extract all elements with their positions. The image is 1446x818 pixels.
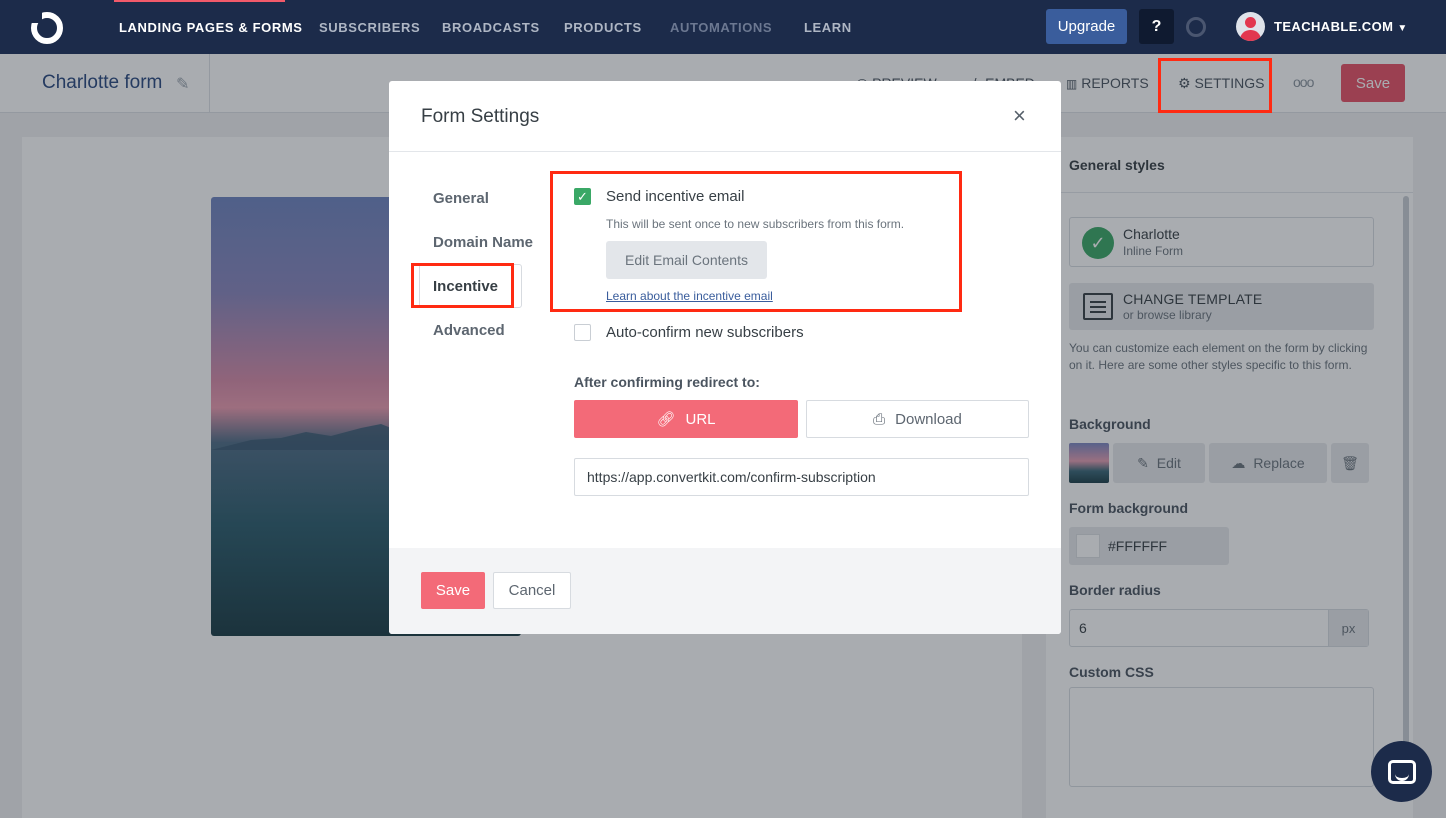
modal-save-button[interactable]: Save bbox=[421, 572, 485, 609]
link-icon: 🔗︎ bbox=[656, 411, 676, 428]
nav-active-indicator bbox=[114, 0, 285, 2]
tab-general[interactable]: General bbox=[433, 190, 489, 207]
redirect-url-input[interactable] bbox=[574, 458, 1029, 496]
nav-item-broadcasts[interactable]: BROADCASTS bbox=[442, 20, 540, 35]
nav-item-landing-pages-forms[interactable]: LANDING PAGES & FORMS bbox=[119, 20, 303, 35]
redirect-url-option[interactable]: 🔗︎ URL bbox=[574, 400, 798, 438]
nav-item-automations[interactable]: AUTOMATIONS bbox=[670, 20, 772, 35]
tab-advanced[interactable]: Advanced bbox=[433, 322, 505, 339]
send-incentive-label[interactable]: Send incentive email bbox=[606, 188, 744, 205]
file-download-icon: ⎙ bbox=[873, 410, 886, 428]
modal-footer: Save Cancel bbox=[389, 548, 1061, 634]
download-option-label: Download bbox=[895, 410, 962, 428]
form-settings-modal: Form Settings × General Domain Name Ince… bbox=[389, 81, 1061, 634]
tab-domain-name[interactable]: Domain Name bbox=[433, 234, 533, 251]
incentive-hint: This will be sent once to new subscriber… bbox=[606, 217, 905, 231]
status-ring-icon[interactable] bbox=[1186, 17, 1206, 37]
learn-incentive-link[interactable]: Learn about the incentive email bbox=[606, 289, 773, 303]
nav-item-learn[interactable]: LEARN bbox=[804, 20, 852, 35]
chevron-down-icon: ▼ bbox=[1397, 23, 1408, 34]
upgrade-button[interactable]: Upgrade bbox=[1046, 9, 1127, 44]
close-icon[interactable]: × bbox=[1013, 103, 1026, 129]
redirect-label: After confirming redirect to: bbox=[574, 374, 760, 390]
account-label: TEACHABLE.COM bbox=[1274, 19, 1394, 34]
nav-item-subscribers[interactable]: SUBSCRIBERS bbox=[319, 20, 420, 35]
account-menu[interactable]: TEACHABLE.COM ▼ bbox=[1274, 19, 1408, 34]
auto-confirm-label[interactable]: Auto-confirm new subscribers bbox=[606, 324, 804, 341]
chat-launcher-button[interactable] bbox=[1371, 741, 1432, 802]
nav-item-products[interactable]: PRODUCTS bbox=[564, 20, 642, 35]
modal-cancel-button[interactable]: Cancel bbox=[493, 572, 571, 609]
chat-icon bbox=[1387, 759, 1416, 784]
url-option-label: URL bbox=[685, 410, 716, 428]
convertkit-logo-icon[interactable] bbox=[30, 11, 64, 45]
avatar[interactable] bbox=[1236, 12, 1265, 41]
auto-confirm-checkbox[interactable] bbox=[574, 324, 591, 341]
modal-header: Form Settings × bbox=[389, 81, 1061, 152]
help-button[interactable]: ? bbox=[1139, 9, 1174, 44]
redirect-download-option[interactable]: ⎙ Download bbox=[806, 400, 1029, 438]
tab-incentive[interactable]: Incentive bbox=[419, 264, 522, 308]
edit-email-contents-button[interactable]: Edit Email Contents bbox=[606, 241, 767, 279]
top-navigation: LANDING PAGES & FORMS SUBSCRIBERS BROADC… bbox=[0, 0, 1446, 54]
modal-title: Form Settings bbox=[421, 106, 540, 127]
send-incentive-checkbox[interactable]: ✓ bbox=[574, 188, 591, 205]
